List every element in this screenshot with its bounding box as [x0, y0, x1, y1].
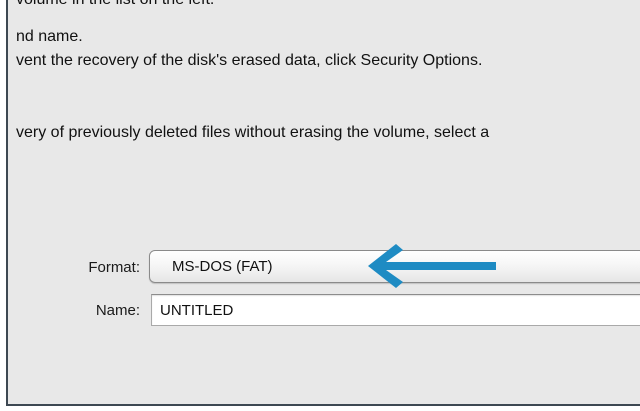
name-input[interactable] — [152, 295, 640, 325]
instruction-line-1: volume in the list on the left. — [16, 0, 214, 9]
format-popup[interactable]: MS-DOS (FAT) — [149, 250, 640, 283]
name-label: Name: — [95, 302, 140, 319]
instruction-line-3: vent the recovery of the disk's erased d… — [16, 52, 483, 69]
screenshot-frame: volume in the list on the left. nd name.… — [0, 0, 640, 411]
instruction-line-2: nd name. — [16, 28, 83, 45]
name-field[interactable] — [151, 294, 640, 326]
format-label: Format: — [88, 259, 140, 276]
instruction-line-4: very of previously deleted files without… — [16, 124, 490, 141]
erase-panel: volume in the list on the left. nd name.… — [6, 0, 640, 406]
format-popup-value: MS-DOS (FAT) — [172, 258, 273, 275]
